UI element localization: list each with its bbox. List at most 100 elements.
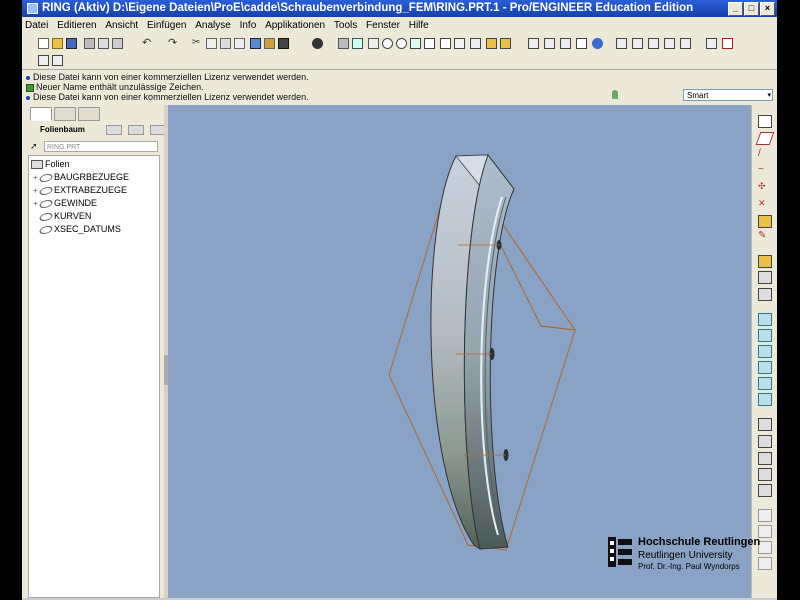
- view-manager-icon[interactable]: [352, 38, 363, 49]
- tree-item[interactable]: + GEWINDE: [33, 197, 97, 209]
- plane-tool-icon[interactable]: [755, 132, 775, 145]
- zoom-out-icon[interactable]: [396, 38, 407, 49]
- tab-folder-browser[interactable]: [54, 107, 76, 121]
- revolve-icon[interactable]: [758, 271, 772, 284]
- menu-einfuegen[interactable]: Einfügen: [144, 17, 189, 35]
- active-model-field[interactable]: RING.PRT: [44, 141, 158, 152]
- copy-icon[interactable]: [206, 38, 217, 49]
- email-icon[interactable]: [98, 38, 109, 49]
- redo-icon[interactable]: ↷: [168, 38, 179, 49]
- tree-item[interactable]: + BAUGRBEZUEGE: [33, 171, 129, 183]
- save-icon[interactable]: [66, 38, 77, 49]
- app-icon: [27, 3, 38, 14]
- zoom-in-icon[interactable]: [382, 38, 393, 49]
- reorient-icon[interactable]: [424, 38, 435, 49]
- repaint-icon[interactable]: [368, 38, 379, 49]
- ring-model[interactable]: [168, 105, 751, 598]
- tree-item[interactable]: XSEC_DATUMS: [33, 223, 121, 235]
- menu-ansicht[interactable]: Ansicht: [102, 17, 141, 35]
- menu-analyse[interactable]: Analyse: [192, 17, 234, 35]
- message-line: Neuer Name enthält unzulässige Zeichen.: [26, 82, 204, 92]
- minimize-button[interactable]: _: [728, 2, 743, 16]
- window-close-icon[interactable]: [722, 38, 733, 49]
- datum-axes-icon[interactable]: [500, 38, 511, 49]
- university-logo: Hochschule Reutlingen Reutlingen Univers…: [608, 535, 777, 575]
- merge-icon[interactable]: [758, 452, 772, 465]
- secondary-toolbar: [22, 52, 222, 69]
- tree-root[interactable]: Folien: [31, 158, 70, 170]
- shading-icon[interactable]: [576, 38, 587, 49]
- sweep-icon[interactable]: [758, 288, 772, 301]
- analysis-feature-icon[interactable]: [758, 215, 772, 228]
- maximize-button[interactable]: □: [744, 2, 759, 16]
- graphics-window[interactable]: [168, 105, 751, 598]
- tree-item[interactable]: KURVEN: [33, 210, 91, 222]
- window-activate-icon[interactable]: [706, 38, 717, 49]
- mirror-icon[interactable]: [758, 435, 772, 448]
- datum-planes-icon[interactable]: [486, 38, 497, 49]
- layer-display-icon[interactable]: [106, 125, 122, 135]
- menu-tools[interactable]: Tools: [331, 17, 360, 35]
- find-icon[interactable]: [264, 38, 275, 49]
- selection-icon[interactable]: [278, 38, 289, 49]
- open-folder-icon[interactable]: [52, 38, 63, 49]
- send-icon[interactable]: [112, 38, 123, 49]
- menu-applikationen[interactable]: Applikationen: [262, 17, 328, 35]
- menu-datei[interactable]: Datei: [22, 17, 51, 35]
- hidden-line-icon[interactable]: [544, 38, 555, 49]
- extrude-icon[interactable]: [758, 255, 772, 268]
- hole-icon[interactable]: [758, 313, 772, 326]
- datum-axis-tool-icon[interactable]: [648, 38, 659, 49]
- sketch-curve-icon[interactable]: ✎: [758, 231, 770, 242]
- display-style-icon[interactable]: [312, 38, 323, 49]
- no-hidden-icon[interactable]: [560, 38, 571, 49]
- menu-editieren[interactable]: Editieren: [54, 17, 99, 35]
- datum-point-tool-icon[interactable]: [664, 38, 675, 49]
- layer-tools-icon[interactable]: [128, 125, 144, 135]
- menu-info[interactable]: Info: [237, 17, 260, 35]
- light-bulb-icon[interactable]: [612, 90, 618, 99]
- cut-icon[interactable]: ✂: [192, 38, 203, 49]
- draft-icon[interactable]: [758, 361, 772, 374]
- disabled-tool-icon[interactable]: [758, 509, 772, 522]
- title-bar[interactable]: RING (Aktiv) D:\Eigene Dateien\ProE\cadd…: [22, 0, 777, 17]
- datum-plane-tool-icon[interactable]: [632, 38, 643, 49]
- tab-model-tree[interactable]: [30, 107, 52, 121]
- context-help-icon[interactable]: [52, 55, 63, 66]
- point-tool-icon[interactable]: ✣: [758, 181, 770, 192]
- chamfer-icon[interactable]: [758, 393, 772, 406]
- print-icon[interactable]: [84, 38, 95, 49]
- datum-display-icon[interactable]: [470, 38, 481, 49]
- wireframe-icon[interactable]: [528, 38, 539, 49]
- axis-tool-icon[interactable]: /: [758, 149, 770, 160]
- shell-icon[interactable]: [758, 329, 772, 342]
- csys-tool-icon[interactable]: ✕: [758, 198, 770, 209]
- rib-icon[interactable]: [758, 345, 772, 358]
- model-setup-icon[interactable]: [338, 38, 349, 49]
- tab-favorites[interactable]: [78, 107, 100, 121]
- undo-icon[interactable]: ↶: [142, 38, 153, 49]
- refit-icon[interactable]: [410, 38, 421, 49]
- round-icon[interactable]: [758, 377, 772, 390]
- menu-fenster[interactable]: Fenster: [363, 17, 403, 35]
- paste-icon[interactable]: [220, 38, 231, 49]
- selection-filter-dropdown[interactable]: Smart ▾: [683, 89, 773, 101]
- pattern-icon[interactable]: [758, 484, 772, 497]
- layers-icon[interactable]: [454, 38, 465, 49]
- close-button[interactable]: ×: [760, 2, 775, 16]
- trim-icon[interactable]: [758, 468, 772, 481]
- spin-center-icon[interactable]: [592, 38, 603, 49]
- sketch-icon[interactable]: [616, 38, 627, 49]
- menu-hilfe[interactable]: Hilfe: [406, 17, 432, 35]
- home-icon[interactable]: [38, 55, 49, 66]
- pointer-icon[interactable]: ➚: [30, 141, 39, 151]
- paste-special-icon[interactable]: [234, 38, 245, 49]
- curve-tool-icon[interactable]: ~: [758, 165, 770, 176]
- sketch-tool-icon[interactable]: [758, 115, 772, 128]
- new-file-icon[interactable]: [38, 38, 49, 49]
- copy-feature-icon[interactable]: [758, 418, 772, 431]
- coordinate-system-icon[interactable]: [680, 38, 691, 49]
- tree-item[interactable]: + EXTRABEZUEGE: [33, 184, 127, 196]
- saved-views-icon[interactable]: [440, 38, 451, 49]
- regenerate-icon[interactable]: [250, 38, 261, 49]
